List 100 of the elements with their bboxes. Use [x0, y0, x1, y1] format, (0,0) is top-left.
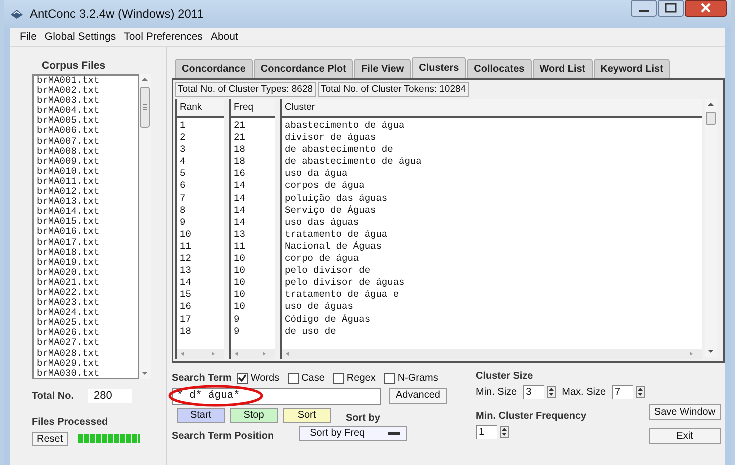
- corpus-file[interactable]: brMA022.txt: [34, 288, 138, 298]
- corpus-file[interactable]: brMA024.txt: [34, 308, 138, 318]
- table-cell-text: 16: [179, 301, 192, 314]
- tab[interactable]: Clusters: [412, 57, 466, 78]
- corpus-file[interactable]: brMA005.txt: [34, 116, 138, 126]
- app-icon[interactable]: [10, 8, 24, 20]
- checkbox[interactable]: [384, 372, 395, 384]
- label: Files Processed: [32, 417, 110, 428]
- corpus-file[interactable]: brMA023.txt: [34, 298, 138, 308]
- menu-item[interactable]: Tool Preferences: [124, 31, 203, 43]
- table-cell-text: 10: [179, 228, 192, 241]
- status-field: Total No. of Cluster Types: 8628: [175, 82, 316, 97]
- number-field[interactable]: 1: [476, 425, 497, 439]
- corpus-file[interactable]: brMA012.txt: [34, 187, 138, 198]
- minimize-button[interactable]: [631, 0, 657, 17]
- sort-dropdown[interactable]: Sort by Freq: [299, 426, 408, 441]
- table-cell-text: 8: [179, 204, 187, 217]
- table-cell-text: Código de Águas: [284, 314, 372, 326]
- table-cell-text: 9: [233, 326, 241, 338]
- menu-item[interactable]: Global Settings: [44, 31, 116, 43]
- table-cell-text: abastecimento de água: [284, 120, 406, 132]
- table-cell-text: 1: [179, 120, 187, 132]
- table-cell-text: 14: [179, 277, 192, 290]
- column-header[interactable]: Rank: [177, 99, 224, 118]
- corpus-file[interactable]: brMA013.txt: [34, 197, 138, 208]
- table-cell-text: uso de águas: [284, 301, 354, 314]
- table-cell-text: 7: [179, 192, 187, 205]
- table-cell-text: tratamento de água e: [284, 289, 400, 302]
- advanced-button[interactable]: Advanced: [389, 388, 448, 404]
- action-button[interactable]: Sort: [283, 408, 331, 422]
- corpus-file[interactable]: brMA007.txt: [34, 136, 138, 147]
- number-field[interactable]: 3: [523, 385, 544, 399]
- table-cell-text: 13: [233, 228, 246, 241]
- corpus-file[interactable]: brMA002.txt: [34, 86, 138, 96]
- checkbox[interactable]: [288, 372, 299, 384]
- corpus-file[interactable]: brMA029.txt: [34, 358, 138, 369]
- corpus-file[interactable]: brMA025.txt: [34, 318, 138, 328]
- tab[interactable]: Concordance Plot: [254, 59, 354, 78]
- corpus-file[interactable]: brMA026.txt: [34, 328, 138, 338]
- search-field[interactable]: * d* água*: [172, 388, 381, 404]
- tab[interactable]: Concordance: [175, 59, 253, 78]
- table-cell-text: de abastecimento de água: [284, 156, 423, 168]
- column-header[interactable]: Freq: [231, 99, 275, 118]
- table-cell-text: 5: [179, 168, 187, 180]
- action-button[interactable]: Stop: [230, 408, 278, 422]
- corpus-file[interactable]: brMA006.txt: [34, 126, 138, 137]
- tab[interactable]: Keyword List: [594, 59, 670, 78]
- table-cell-text: 4: [179, 156, 187, 168]
- reset-button[interactable]: Reset: [32, 432, 68, 446]
- button[interactable]: Exit: [649, 428, 721, 444]
- table-cell-text: 10: [233, 265, 246, 278]
- table-cell-text: corpo de água: [284, 253, 360, 266]
- corpus-file[interactable]: brMA018.txt: [34, 248, 138, 258]
- corpus-file[interactable]: brMA011.txt: [34, 176, 138, 188]
- corpus-file[interactable]: brMA015.txt: [34, 217, 138, 228]
- spinner-arrows-icon[interactable]: [636, 386, 646, 398]
- corpus-file[interactable]: brMA028.txt: [34, 348, 138, 359]
- tab[interactable]: Collocates: [467, 59, 532, 78]
- checkbox-label: Words: [250, 372, 280, 384]
- corpus-file[interactable]: brMA001.txt: [34, 76, 138, 86]
- dropdown-indicator-icon[interactable]: [388, 432, 400, 436]
- checkbox[interactable]: [332, 372, 344, 384]
- corpus-file[interactable]: brMA017.txt: [34, 238, 138, 248]
- tab[interactable]: File View: [354, 59, 412, 78]
- spinner-arrows-icon[interactable]: [547, 386, 556, 398]
- spinner-arrows-icon[interactable]: [500, 426, 509, 438]
- table-cell-text: uso da água: [284, 168, 349, 180]
- action-button[interactable]: Start: [177, 408, 225, 422]
- menu-item[interactable]: About: [210, 31, 238, 43]
- corpus-file[interactable]: brMA027.txt: [34, 338, 138, 349]
- maximize-button[interactable]: [658, 0, 684, 17]
- close-button[interactable]: [685, 0, 727, 17]
- window-title: AntConc 3.2.4w (Windows) 2011: [30, 7, 205, 21]
- table-cell-text: 10: [233, 253, 246, 266]
- corpus-file[interactable]: brMA009.txt: [34, 156, 138, 167]
- label: Min. Size: [476, 386, 518, 398]
- button[interactable]: Save Window: [649, 404, 721, 420]
- status-field: Total No. of Cluster Tokens: 10284: [318, 82, 470, 97]
- total-field: 280: [88, 389, 132, 403]
- menu-item[interactable]: File: [20, 31, 37, 43]
- corpus-file[interactable]: brMA010.txt: [34, 166, 138, 177]
- panel-title: Corpus Files: [42, 60, 107, 72]
- table-cell-text: 11: [233, 240, 246, 254]
- corpus-file[interactable]: brMA021.txt: [34, 278, 138, 288]
- corpus-file[interactable]: brMA008.txt: [34, 146, 138, 157]
- table-cell-text: 21: [233, 120, 246, 132]
- corpus-file[interactable]: brMA030.txt: [34, 368, 138, 378]
- column-header[interactable]: Cluster: [282, 99, 702, 118]
- corpus-file[interactable]: brMA003.txt: [34, 96, 138, 106]
- tab[interactable]: Word List: [532, 59, 593, 78]
- table-cell-text: 17: [179, 314, 192, 326]
- table-cell-text: de abastecimento de: [284, 144, 394, 156]
- corpus-file[interactable]: brMA019.txt: [34, 258, 138, 268]
- number-field[interactable]: 7: [612, 385, 634, 399]
- corpus-file[interactable]: brMA020.txt: [34, 268, 138, 278]
- table-cell-text: 10: [233, 301, 246, 314]
- corpus-file[interactable]: brMA004.txt: [34, 106, 138, 116]
- corpus-file[interactable]: brMA016.txt: [34, 227, 138, 238]
- corpus-file[interactable]: brMA014.txt: [34, 207, 138, 218]
- table-cell-text: 10: [233, 289, 246, 302]
